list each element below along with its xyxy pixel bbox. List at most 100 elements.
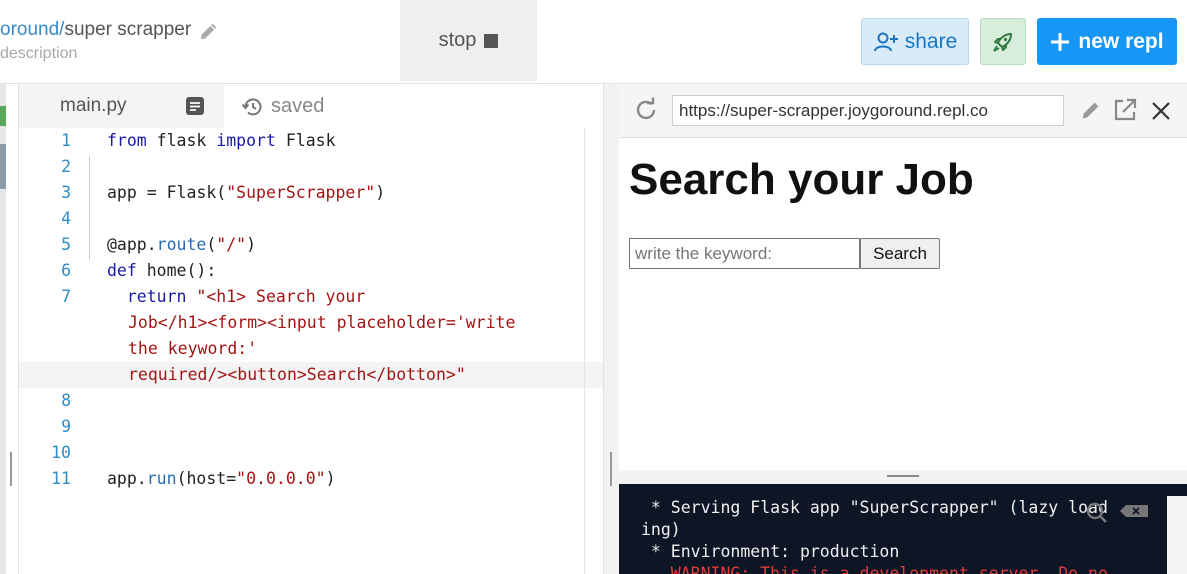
code-token: route <box>156 235 207 254</box>
console-warning-line: WARNING: This is a development server. D… <box>641 564 1108 574</box>
console-scrollbar[interactable] <box>1167 496 1187 574</box>
code-token: ) <box>325 469 336 488</box>
share-button[interactable]: share <box>861 18 969 65</box>
keyword-input[interactable] <box>629 238 860 269</box>
line-number: 9 <box>61 417 71 436</box>
open-new-tab-icon[interactable] <box>1112 97 1138 123</box>
saved-status: saved <box>271 95 325 117</box>
reload-icon[interactable] <box>633 97 659 123</box>
line-number: 5 <box>61 235 71 254</box>
code-token: ) <box>375 183 386 202</box>
code-line[interactable]: 4 <box>19 206 603 232</box>
code-text: the keyword:' <box>128 339 258 358</box>
repl-description[interactable]: description <box>0 45 77 63</box>
code-token: flask <box>146 131 217 150</box>
close-icon[interactable] <box>1149 99 1173 123</box>
owner-link[interactable]: oround <box>0 19 59 40</box>
code-line[interactable]: 10 <box>19 440 603 466</box>
search-button[interactable]: Search <box>860 238 940 269</box>
share-label: share <box>904 29 958 53</box>
edit-url-pencil-icon[interactable] <box>1080 99 1102 121</box>
url-field[interactable] <box>672 95 1064 126</box>
code-line[interactable]: required/><button>Search</botton>" <box>19 362 603 388</box>
top-header: oround/super scrapper description stop s… <box>0 0 1187 84</box>
tab-main-py[interactable]: main.py <box>19 84 224 128</box>
code-line[interactable]: 3 app = Flask("SuperScrapper") <box>19 180 603 206</box>
code-text: from flask import Flask <box>107 128 336 154</box>
editor-resize-handle[interactable] <box>610 452 612 486</box>
add-user-icon <box>873 32 898 51</box>
code-token: "<h1> Search your <box>196 287 366 306</box>
console-line: * Serving Flask app "SuperScrapper" (laz… <box>641 498 1108 517</box>
console-resize-handle[interactable] <box>619 470 1187 484</box>
code-token: (host= <box>176 469 237 488</box>
plus-icon <box>1051 32 1070 51</box>
clear-console-icon[interactable] <box>1120 505 1148 517</box>
code-token: from <box>107 131 147 150</box>
line-number: 1 <box>61 131 71 150</box>
code-line[interactable]: 7 return "<h1> Search your <box>19 284 603 310</box>
code-line[interactable]: Job</h1><form><input placeholder='write <box>19 310 603 336</box>
new-repl-button[interactable]: new repl <box>1037 18 1177 65</box>
rocket-icon <box>993 32 1012 52</box>
sidebar-indicator <box>0 106 6 126</box>
code-line[interactable]: 1 from flask import Flask <box>19 128 603 154</box>
sidebar-active-item[interactable] <box>0 144 6 189</box>
sidebar-resize-handle[interactable] <box>10 452 12 486</box>
code-token: import <box>216 131 276 150</box>
code-text: Job</h1><form><input placeholder='write <box>128 313 516 332</box>
code-token: Flask <box>275 131 336 150</box>
history-icon[interactable] <box>241 95 265 119</box>
console-line: * Environment: production <box>641 542 900 561</box>
code-line[interactable]: 6 def home(): <box>19 258 603 284</box>
stop-square-icon <box>484 33 499 48</box>
indent-guide <box>89 156 90 260</box>
code-token: "/" <box>216 235 247 254</box>
code-text: app.run(host="0.0.0.0") <box>107 466 336 492</box>
code-line[interactable]: 5 @app.route("/") <box>19 232 603 258</box>
console-line: ing) <box>641 520 681 539</box>
stop-button[interactable]: stop <box>400 0 537 81</box>
code-text: @app.route("/") <box>107 232 256 258</box>
deploy-button[interactable] <box>980 18 1026 65</box>
code-token: "SuperScrapper" <box>226 183 376 202</box>
document-icon[interactable] <box>184 95 206 117</box>
code-token: "0.0.0.0" <box>236 469 326 488</box>
code-token: def <box>107 261 137 280</box>
webview-pane: Search your Job Search <box>619 84 1187 470</box>
code-token: app. <box>107 469 147 488</box>
code-text: required/><button>Search</botton>" <box>128 365 466 384</box>
line-number: 7 <box>61 287 71 306</box>
line-number: 10 <box>51 443 71 462</box>
webview-toolbar <box>619 84 1187 138</box>
edit-title-pencil-icon[interactable] <box>198 20 220 42</box>
pane-divider[interactable] <box>603 84 619 574</box>
code-editor[interactable]: 1 from flask import Flask 2 3 app = Flask("S… <box>19 128 603 574</box>
code-line[interactable]: the keyword:' <box>19 336 603 362</box>
stop-label: stop <box>438 29 477 51</box>
console-output[interactable]: WARNING: This is a development server. D… <box>619 484 1187 574</box>
line-number: 8 <box>61 391 71 410</box>
code-token: @app. <box>107 235 157 254</box>
repl-name[interactable]: super scrapper <box>64 19 191 40</box>
line-number: 4 <box>61 209 71 228</box>
code-text: app = Flask("SuperScrapper") <box>107 180 385 206</box>
code-token: ) <box>246 235 257 254</box>
editor-print-margin <box>584 128 585 574</box>
console-tools <box>1086 502 1148 523</box>
code-line[interactable]: 9 <box>19 414 603 440</box>
collapsed-sidebar[interactable] <box>0 84 6 574</box>
code-token: run <box>146 469 177 488</box>
editor-tab-bar: main.py saved <box>19 84 603 128</box>
search-icon[interactable] <box>1086 502 1107 523</box>
code-line[interactable]: 2 <box>19 154 603 180</box>
code-line[interactable]: 11 app.run(host="0.0.0.0") <box>19 466 603 492</box>
line-number: 2 <box>61 157 71 176</box>
tab-label: main.py <box>60 95 127 116</box>
code-token: return <box>126 287 187 306</box>
preview-heading: Search your Job <box>629 155 974 204</box>
new-repl-label: new repl <box>1078 29 1164 53</box>
code-line[interactable]: 8 <box>19 388 603 414</box>
